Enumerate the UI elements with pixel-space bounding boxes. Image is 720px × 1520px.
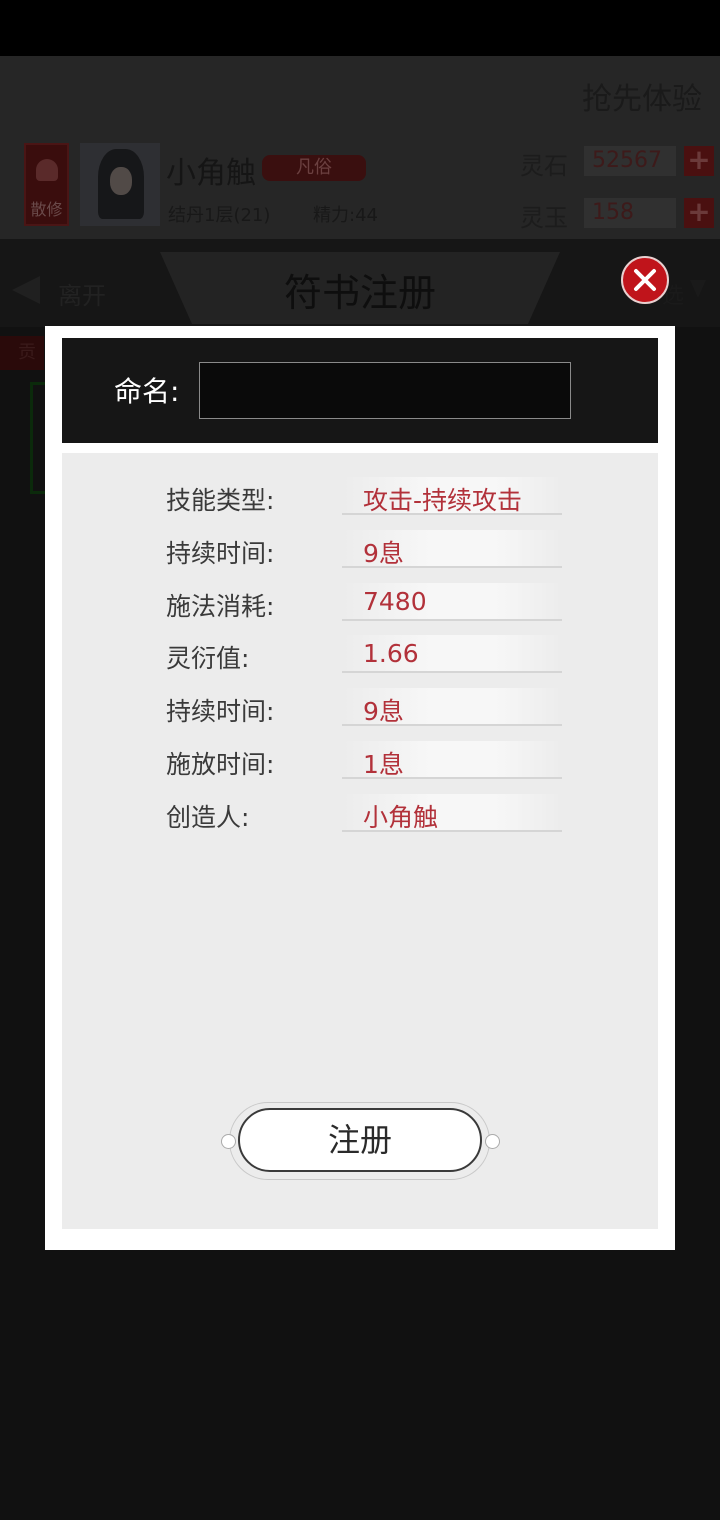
- name-row: 命名:: [62, 338, 658, 443]
- filter-icon[interactable]: [690, 280, 706, 298]
- info-value: 1息: [363, 750, 404, 779]
- info-label: 技能类型:: [166, 486, 275, 515]
- register-dialog: 命名: 技能类型: 攻击-持续攻击 持续时间: 9息 施法消耗: 7480 灵衍…: [45, 326, 675, 1250]
- list-item[interactable]: [30, 382, 45, 494]
- info-label: 施法消耗:: [166, 592, 275, 621]
- side-tab[interactable]: 贡: [0, 336, 44, 370]
- sect-badge: 散修: [24, 143, 69, 226]
- info-row-skill-type: 技能类型: 攻击-持续攻击: [62, 475, 658, 519]
- player-name: 小角触: [166, 156, 256, 191]
- info-row-cast-cost: 施法消耗: 7480: [62, 581, 658, 625]
- frame-ornament: [485, 1134, 500, 1149]
- spirit-jade-label: 灵玉: [520, 204, 568, 232]
- player-energy: 精力:44: [313, 205, 378, 226]
- add-spirit-jade-button[interactable]: +: [684, 198, 714, 228]
- spirit-stone-value: 52567: [584, 146, 676, 176]
- early-access-label[interactable]: 抢先体验: [582, 74, 702, 118]
- avatar-face: [110, 167, 132, 195]
- page-title: 符书注册: [283, 271, 436, 315]
- close-button[interactable]: [621, 256, 669, 304]
- spirit-jade-value: 158: [584, 198, 676, 228]
- info-value: 9息: [363, 697, 404, 726]
- status-bar: [0, 0, 720, 56]
- info-value: 小角触: [363, 803, 439, 832]
- frame-ornament: [221, 1134, 236, 1149]
- info-value: 攻击-持续攻击: [363, 486, 523, 515]
- info-label: 持续时间:: [166, 539, 275, 568]
- info-row-lingyan-value: 灵衍值: 1.66: [62, 633, 658, 677]
- info-row-duration-2: 持续时间: 9息: [62, 686, 658, 730]
- sect-label: 散修: [30, 200, 63, 219]
- skill-info-panel: 技能类型: 攻击-持续攻击 持续时间: 9息 施法消耗: 7480 灵衍值: 1…: [62, 453, 658, 1229]
- info-label: 施放时间:: [166, 750, 275, 779]
- name-input[interactable]: [199, 362, 571, 419]
- close-icon: [634, 269, 656, 291]
- lotus-icon: [36, 159, 58, 181]
- spirit-stone-label: 灵石: [520, 152, 568, 180]
- name-label: 命名:: [114, 375, 180, 408]
- rank-badge: 凡俗: [262, 155, 366, 181]
- info-label: 灵衍值:: [166, 644, 250, 673]
- player-level: 结丹1层(21): [168, 205, 271, 226]
- info-row-creator: 创造人: 小角触: [62, 792, 658, 836]
- info-row-duration: 持续时间: 9息: [62, 528, 658, 572]
- info-value: 7480: [363, 587, 427, 616]
- info-label: 持续时间:: [166, 697, 275, 726]
- info-row-cast-time: 施放时间: 1息: [62, 739, 658, 783]
- register-button[interactable]: 注册: [238, 1108, 482, 1172]
- info-label: 创造人:: [166, 803, 250, 832]
- avatar[interactable]: [80, 143, 160, 226]
- info-value: 1.66: [363, 639, 419, 668]
- info-value: 9息: [363, 539, 404, 568]
- add-spirit-stone-button[interactable]: +: [684, 146, 714, 176]
